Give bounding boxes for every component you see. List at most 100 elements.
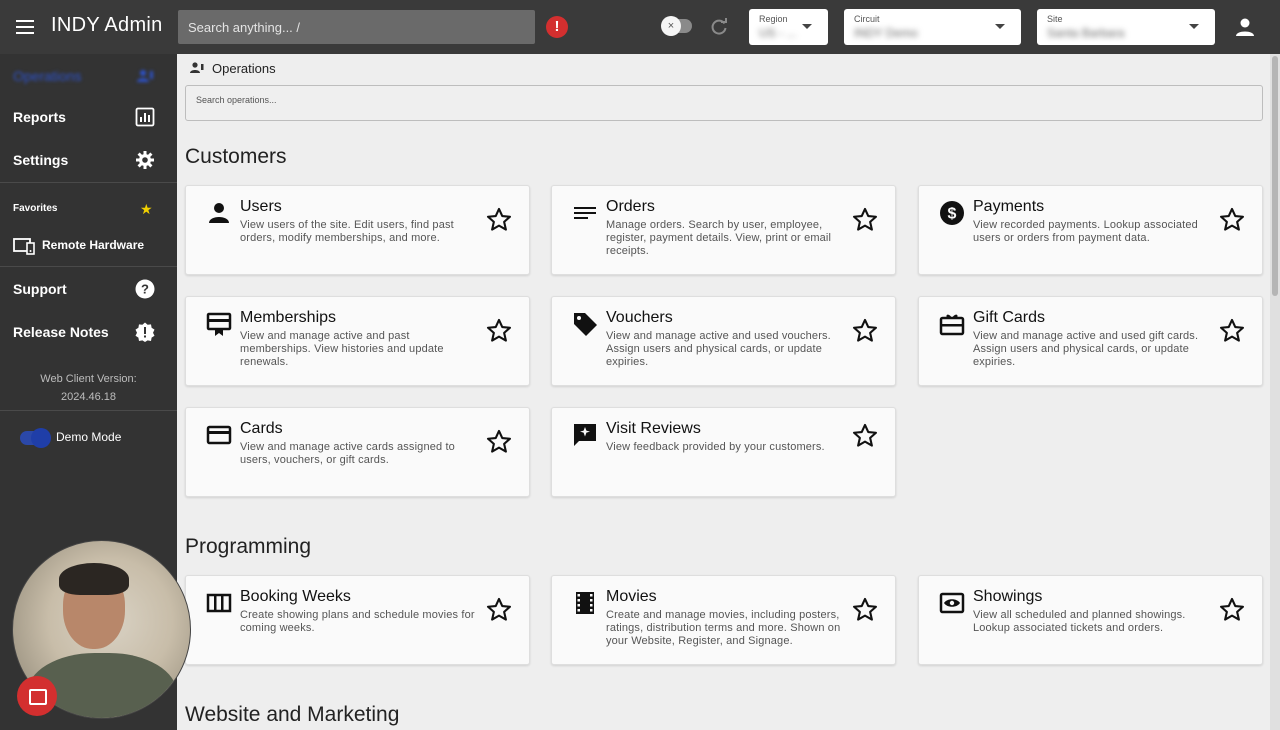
card-title: Showings [973, 588, 1043, 605]
card-description: View and manage active and used gift car… [973, 330, 1199, 368]
star-outline-icon[interactable] [485, 317, 513, 345]
card-title: Orders [606, 198, 655, 215]
help-icon: ? [135, 279, 155, 299]
svg-text:?: ? [141, 282, 149, 297]
operation-card-vouchers[interactable]: Vouchers View and manage active and used… [551, 296, 896, 386]
tag-icon [572, 311, 598, 337]
star-outline-icon[interactable] [851, 317, 879, 345]
chevron-down-icon [995, 24, 1005, 29]
account-icon[interactable] [1234, 16, 1256, 38]
star-outline-icon[interactable] [851, 596, 879, 624]
operations-search-field[interactable] [185, 85, 1263, 121]
top-app-bar: INDY Admin ! × Region US - ... Circuit I… [0, 0, 1280, 54]
sidebar-item-release-notes[interactable]: Release Notes [0, 312, 177, 352]
operations-search-input[interactable] [186, 90, 1262, 110]
sidebar-item-reports[interactable]: Reports [0, 97, 177, 137]
card-description: View users of the site. Edit users, find… [240, 219, 454, 244]
star-outline-icon[interactable] [1218, 206, 1246, 234]
credit-card-icon [206, 422, 232, 448]
chevron-down-icon [802, 24, 812, 29]
sidebar-item-label: Remote Hardware [42, 238, 145, 252]
refresh-icon[interactable] [709, 17, 729, 37]
toggle-close-icon: × [661, 16, 681, 36]
sidebar-item-label: Reports [13, 109, 66, 125]
sidebar-item-remote-hardware[interactable]: Remote Hardware [0, 230, 177, 260]
section-title-website-marketing: Website and Marketing [185, 703, 400, 726]
circuit-value: INDY Demo [854, 26, 918, 40]
site-value: Santa Barbara [1047, 26, 1125, 40]
star-outline-icon[interactable] [1218, 596, 1246, 624]
favorites-heading: Favorites [13, 203, 58, 214]
sidebar-item-settings[interactable]: Settings [0, 140, 177, 180]
scrollbar-thumb[interactable] [1272, 56, 1278, 296]
alert-badge-icon [135, 322, 155, 342]
region-label: Region [759, 14, 788, 24]
site-label: Site [1047, 14, 1063, 24]
global-search-input[interactable] [178, 10, 535, 44]
operation-card-memberships[interactable]: Memberships View and manage active and p… [185, 296, 530, 386]
card-title: Payments [973, 198, 1045, 215]
operation-card-movies[interactable]: Movies Create and manage movies, includi… [551, 575, 896, 665]
version-label: Web Client Version: [40, 373, 137, 385]
breadcrumb: Operations [212, 61, 276, 76]
svg-text:$: $ [948, 206, 957, 223]
card-description: View and manage active and used vouchers… [606, 330, 831, 368]
version-value: 2024.46.18 [60, 391, 117, 403]
star-outline-icon[interactable] [851, 422, 879, 450]
operation-card-visit-reviews[interactable]: Visit Reviews View feedback provided by … [551, 407, 896, 497]
site-select[interactable]: Site Santa Barbara [1037, 9, 1215, 45]
card-title: Visit Reviews [606, 420, 701, 437]
scrollbar[interactable] [1270, 54, 1280, 730]
global-search-field[interactable] [178, 10, 535, 44]
demo-mode-toggle[interactable] [20, 428, 51, 448]
operation-card-showings[interactable]: Showings View all scheduled and planned … [918, 575, 1263, 665]
card-description: Manage orders. Search by user, employee,… [606, 219, 832, 257]
screen-eye-icon [939, 590, 965, 616]
card-description: View and manage active and past membersh… [240, 330, 444, 368]
hamburger-menu-icon[interactable] [12, 15, 38, 39]
card-title: Movies [606, 588, 657, 605]
card-description: Create showing plans and schedule movies… [240, 609, 475, 634]
operation-card-gift-cards[interactable]: Gift Cards View and manage active and us… [918, 296, 1263, 386]
sidebar-divider [0, 266, 177, 267]
star-outline-icon[interactable] [851, 206, 879, 234]
sidebar-item-label: Settings [13, 152, 69, 168]
review-comment-icon [572, 422, 598, 448]
operation-card-orders[interactable]: Orders Manage orders. Search by user, em… [551, 185, 896, 275]
card-description: View all scheduled and planned showings.… [973, 609, 1186, 634]
star-outline-icon[interactable] [485, 428, 513, 456]
card-description: View and manage active cards assigned to… [240, 441, 455, 466]
operation-card-cards[interactable]: Cards View and manage active cards assig… [185, 407, 530, 497]
star-outline-icon[interactable] [485, 596, 513, 624]
operation-card-booking-weeks[interactable]: Booking Weeks Create showing plans and s… [185, 575, 530, 665]
sidebar-item-support[interactable]: Support ? [0, 269, 177, 309]
operation-card-users[interactable]: Users View users of the site. Edit users… [185, 185, 530, 275]
region-value: US - ... [759, 26, 797, 40]
gear-icon [135, 150, 155, 170]
card-title: Gift Cards [973, 309, 1046, 326]
bar-chart-icon [135, 107, 155, 127]
recording-button[interactable] [17, 676, 57, 716]
toggle-knob [31, 428, 51, 448]
card-title: Users [240, 198, 282, 215]
sidebar-item-operations[interactable]: Operations [0, 56, 177, 96]
card-description: View recorded payments. Lookup associate… [973, 219, 1198, 244]
section-title-customers: Customers [185, 145, 287, 168]
sidebar-item-label: Support [13, 281, 67, 297]
region-select[interactable]: Region US - ... [749, 9, 828, 45]
section-title-programming: Programming [185, 535, 312, 558]
alert-icon[interactable]: ! [546, 16, 568, 38]
top-toggle-switch[interactable]: × [661, 16, 692, 36]
card-title: Memberships [240, 309, 337, 326]
card-title: Vouchers [606, 309, 673, 326]
card-description: View feedback provided by your customers… [606, 441, 825, 453]
gift-card-icon [939, 311, 965, 337]
star-outline-icon[interactable] [1218, 317, 1246, 345]
operation-card-payments[interactable]: $ Payments View recorded payments. Looku… [918, 185, 1263, 275]
dollar-circle-icon: $ [939, 200, 965, 226]
circuit-select[interactable]: Circuit INDY Demo [844, 9, 1021, 45]
operations-icon [189, 61, 205, 75]
star-outline-icon[interactable] [485, 206, 513, 234]
person-icon [206, 200, 232, 226]
favorites-star-icon: ★ [140, 201, 153, 217]
